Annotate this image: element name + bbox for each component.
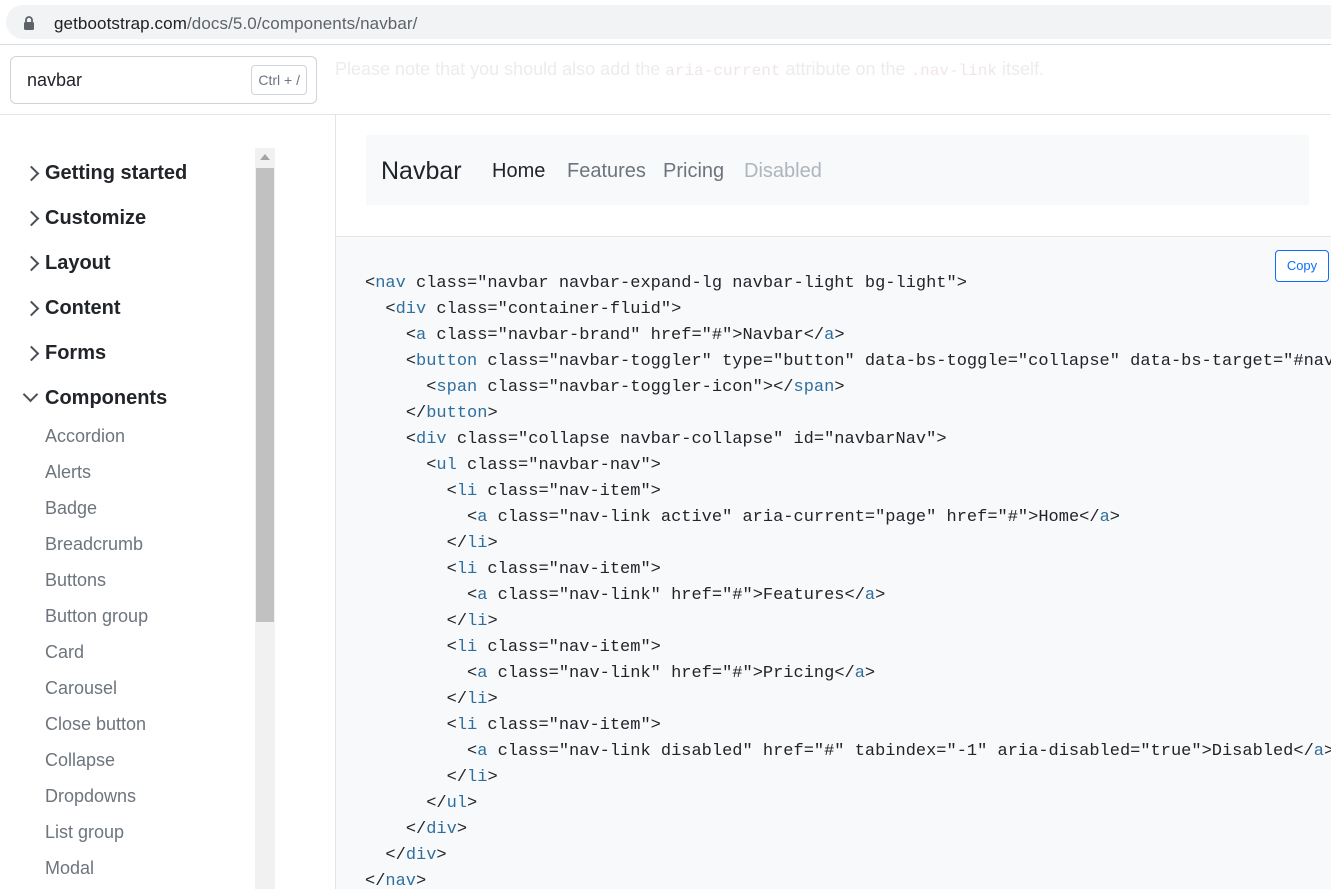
example-navbar: Navbar Home Features Pricing Disabled [366,135,1309,205]
note-before: Please note that you should also add the [335,59,666,79]
docs-header: navbar Ctrl + / Please note that you sho… [0,45,1331,115]
sidebar-section-customize[interactable]: Customize [24,203,146,233]
url-field[interactable]: getbootstrap.com/docs/5.0/components/nav… [6,5,1331,39]
chevron-right-icon [24,165,40,181]
chevron-right-icon [24,345,40,361]
sidebar-section-label: Forms [45,341,107,364]
sidebar-section-label: Content [45,296,121,319]
search-shortcut-hint: Ctrl + / [251,65,307,95]
sidebar-section-label: Layout [45,251,111,274]
note-after: itself. [996,59,1044,79]
sidebar-section-label: Customize [45,206,147,229]
code-listing: <nav class="navbar navbar-expand-lg navb… [365,274,1331,889]
browser-address-bar: getbootstrap.com/docs/5.0/components/nav… [0,0,1331,45]
sidebar-item-breadcrumb[interactable]: Breadcrumb [45,534,143,555]
scrollbar-thumb[interactable] [256,168,274,622]
nav-link-features[interactable]: Features [567,160,646,183]
sidebar-item-button-group[interactable]: Button group [45,606,148,627]
sidebar-section-forms[interactable]: Forms [24,338,106,368]
sidebar-section-content[interactable]: Content [24,293,121,323]
sidebar-scrollbar[interactable] [255,148,275,889]
note-middle: attribute on the [780,59,911,79]
code-block: Copy <nav class="navbar navbar-expand-lg… [336,237,1331,889]
url-path: /docs/5.0/components/navbar/ [186,14,418,33]
sidebar-section-layout[interactable]: Layout [24,248,111,278]
sidebar-item-alerts[interactable]: Alerts [45,462,91,483]
nav-link-pricing[interactable]: Pricing [663,160,724,183]
nav-link-home[interactable]: Home [492,160,545,183]
sidebar-item-close-button[interactable]: Close button [45,714,146,735]
chevron-right-icon [24,255,40,271]
note-code-nav-link: .nav-link [910,62,997,80]
sidebar-section-label: Components [45,386,168,409]
scroll-up-arrow-icon[interactable] [260,154,270,160]
url-host: getbootstrap.com [54,14,187,33]
example-preview: Navbar Home Features Pricing Disabled [336,115,1331,237]
sidebar-section-components[interactable]: Components [24,383,167,413]
sidebar-section-getting-started[interactable]: Getting started [24,158,187,188]
faded-note-text: Please note that you should also add the… [335,59,1044,80]
sidebar-item-buttons[interactable]: Buttons [45,570,106,591]
nav-link-disabled: Disabled [744,160,822,182]
sidebar-section-label: Getting started [45,161,188,184]
sidebar-item-list-group[interactable]: List group [45,822,124,843]
sidebar-item-accordion[interactable]: Accordion [45,426,125,447]
lock-icon[interactable] [22,15,36,31]
sidebar-item-modal[interactable]: Modal [45,858,94,879]
sidebar-item-badge[interactable]: Badge [45,498,97,519]
search-input[interactable]: navbar Ctrl + / [10,56,317,104]
search-value: navbar [27,70,83,90]
navbar-brand[interactable]: Navbar [381,157,462,186]
sidebar-item-card[interactable]: Card [45,642,84,663]
url-text[interactable]: getbootstrap.com/docs/5.0/components/nav… [54,14,418,34]
note-code-aria-current: aria-current [665,62,781,80]
sidebar-item-carousel[interactable]: Carousel [45,678,117,699]
chevron-right-icon [24,300,40,316]
chevron-down-icon [24,390,40,406]
chevron-right-icon [24,210,40,226]
sidebar-item-collapse[interactable]: Collapse [45,750,115,771]
sidebar-item-dropdowns[interactable]: Dropdowns [45,786,136,807]
